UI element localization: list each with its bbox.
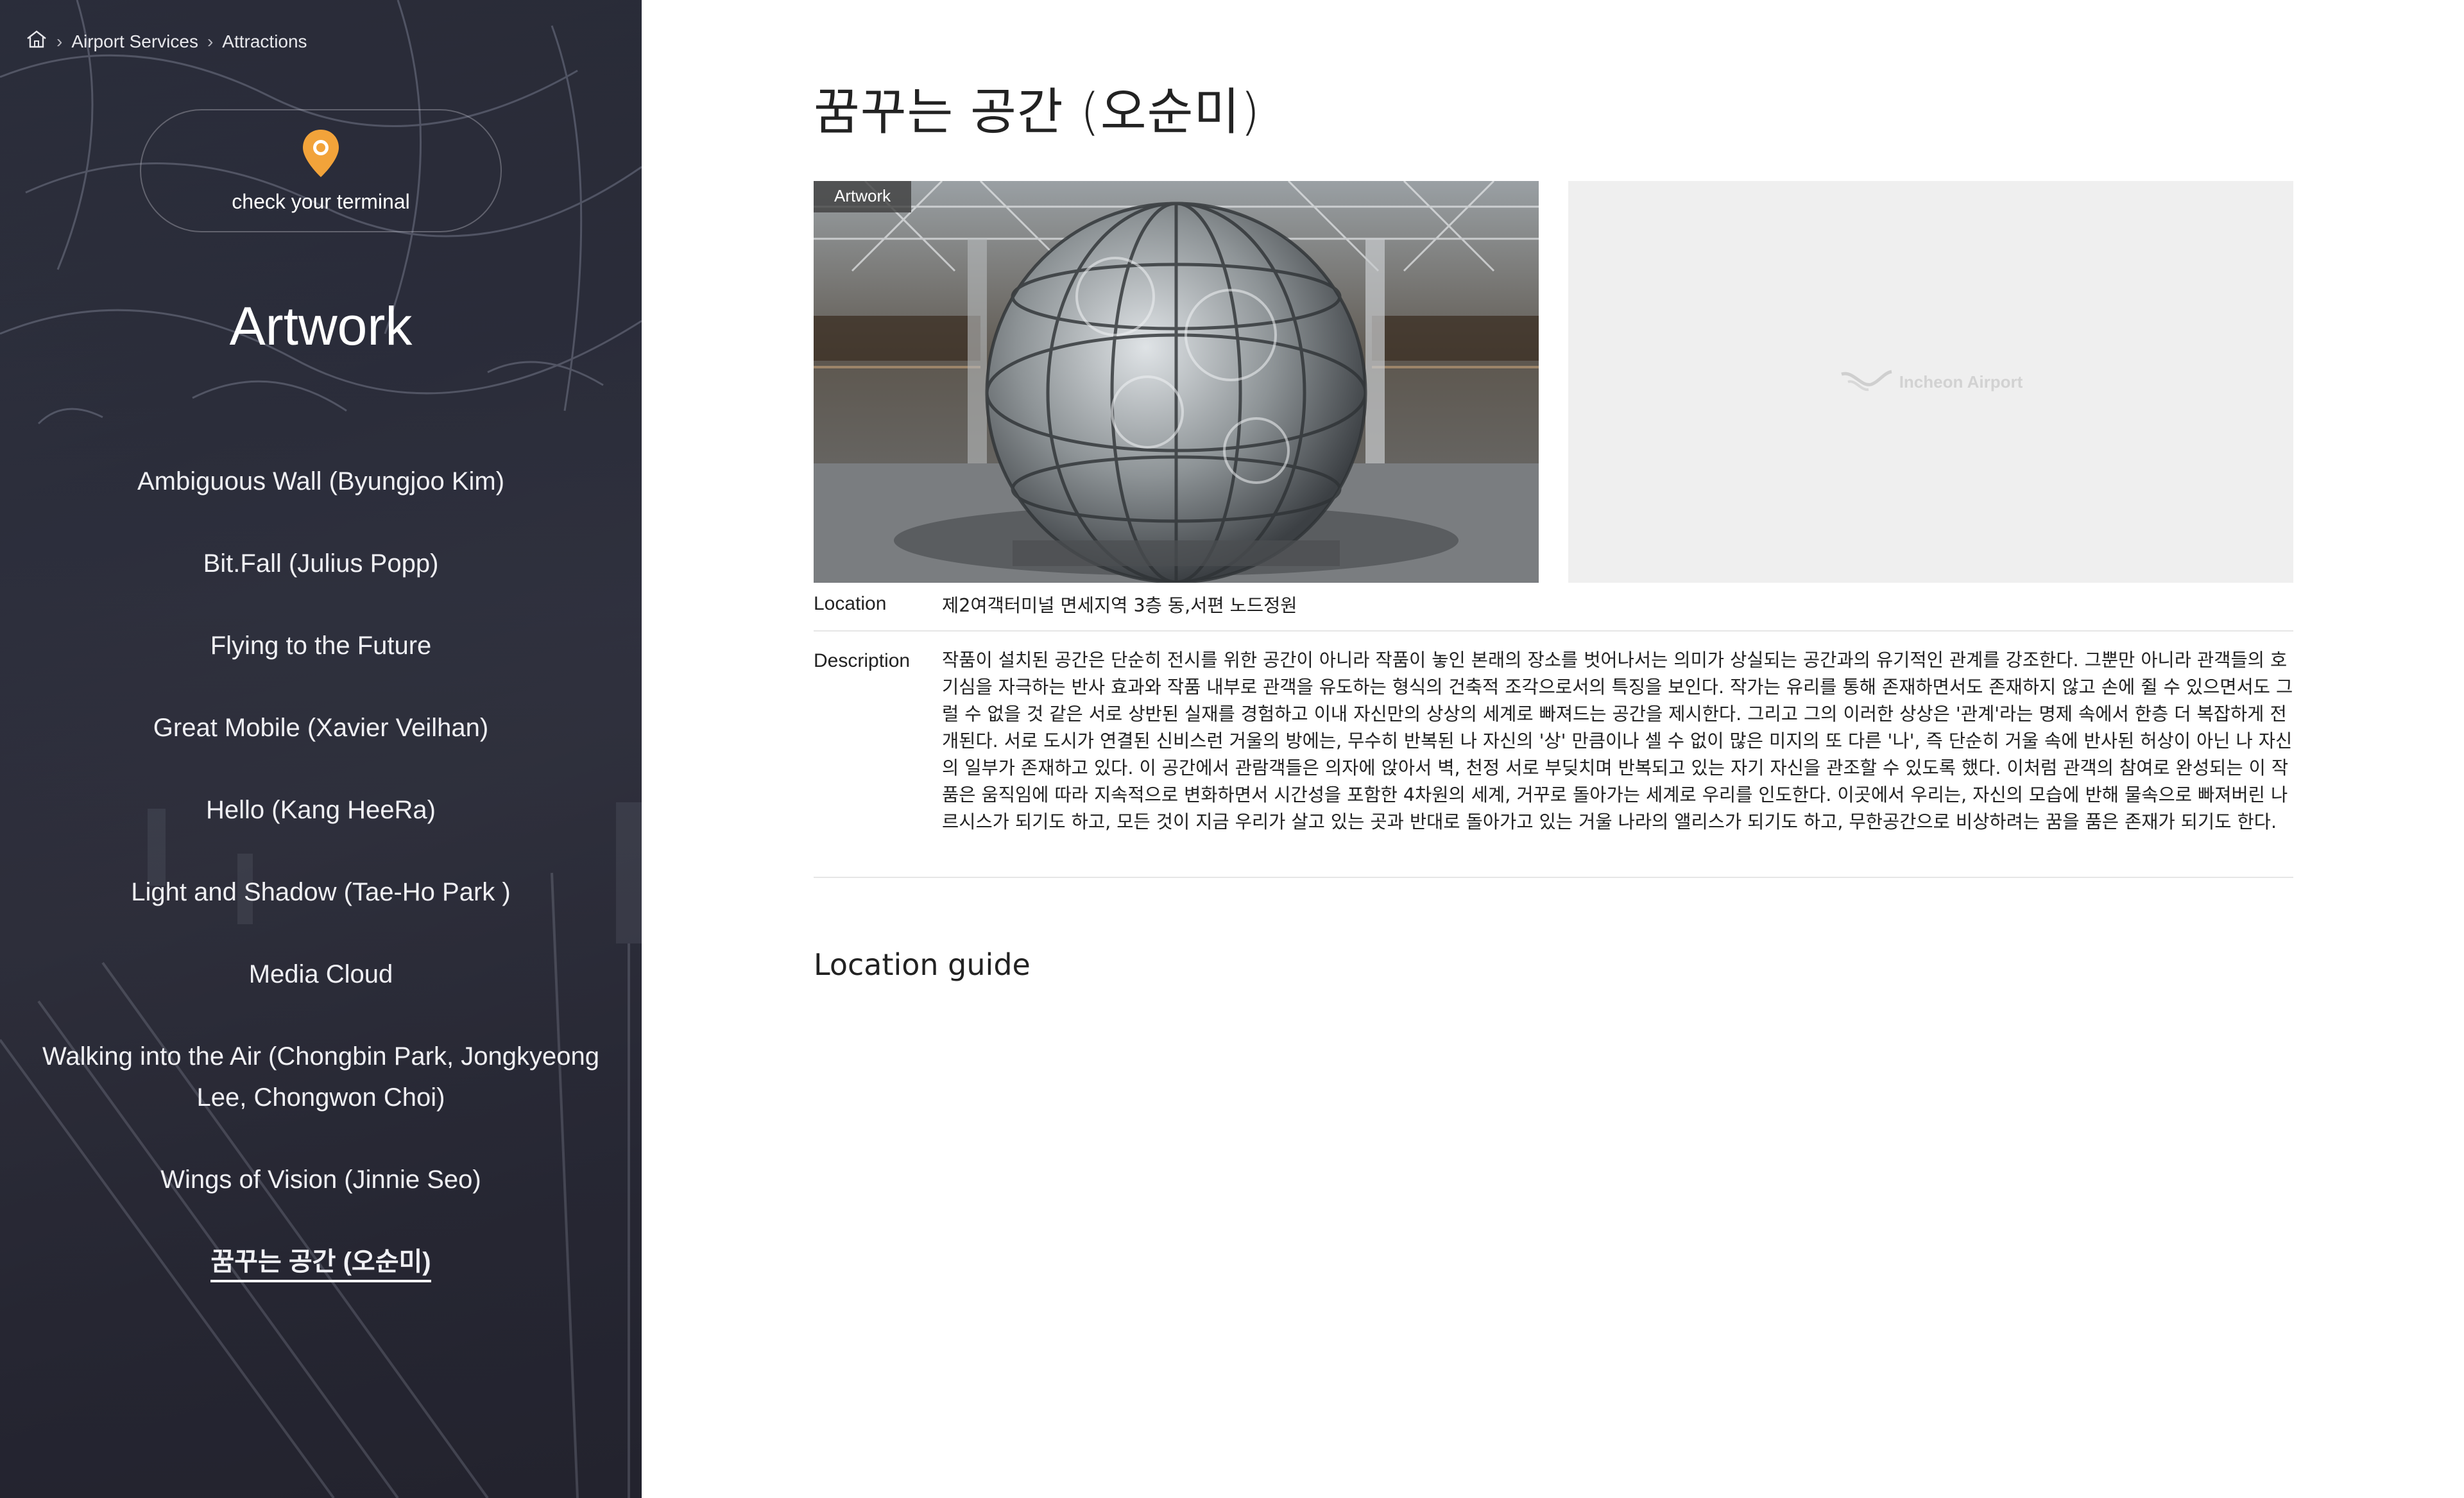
location-pin-icon [300,128,341,181]
home-icon[interactable] [26,30,47,53]
sidebar-title: Artwork [229,296,413,356]
sidebar-item-great-mobile[interactable]: Great Mobile (Xavier Veilhan) [26,707,616,748]
sidebar-item-flying-to-the-future[interactable]: Flying to the Future [26,625,616,666]
main-content: 꿈꾸는 공간 (오순미) Artwork Incheon Airport Loc… [642,0,2464,1498]
location-guide-title: Location guide [814,947,1031,982]
description-row: Description 작품이 설치된 공간은 단순히 전시를 위한 공간이 아… [814,647,2293,878]
description-text: 작품이 설치된 공간은 단순히 전시를 위한 공간이 아니라 작품이 놓인 본래… [942,650,2293,832]
location-value: 제2여객터미널 면세지역 3층 동,서편 노드정원 [942,595,1297,616]
sidebar-item-media-cloud[interactable]: Media Cloud [26,954,616,995]
breadcrumb-attractions[interactable]: Attractions [222,31,307,52]
page-title: 꿈꾸는 공간 (오순미) [814,83,1261,141]
sidebar-item-hello[interactable]: Hello (Kang HeeRa) [26,789,616,831]
location-label: Location [814,593,887,614]
breadcrumb-airport-services[interactable]: Airport Services [71,31,198,52]
description-label: Description [814,650,911,671]
location-row: Location 제2여객터미널 면세지역 3층 동,서편 노드정원 [814,593,2293,632]
artwork-photo: Artwork [814,181,1539,583]
sidebar-item-bit-fall[interactable]: Bit.Fall (Julius Popp) [26,543,616,584]
breadcrumb: › Airport Services › Attractions [26,30,307,53]
artwork-sphere-image [814,181,1539,583]
check-terminal-label: check your terminal [232,189,410,213]
sidebar-item-wings-of-vision[interactable]: Wings of Vision (Jinnie Seo) [26,1159,616,1200]
sidebar-item-ambiguous-wall[interactable]: Ambiguous Wall (Byungjoo Kim) [26,461,616,502]
sidebar-item-light-and-shadow[interactable]: Light and Shadow (Tae-Ho Park ) [26,872,616,913]
chevron-right-icon: › [207,31,214,51]
chevron-right-icon: › [56,31,63,51]
image-placeholder: Incheon Airport [1568,181,2293,583]
sidebar-item-dreaming-space[interactable]: 꿈꾸는 공간 (오순미) [26,1241,616,1282]
placeholder-logo-text: Incheon Airport [1899,372,2023,392]
incheon-airport-logo-icon [1839,368,1894,396]
check-terminal-button[interactable]: check your terminal [140,109,502,232]
photo-category-tag: Artwork [814,181,912,212]
sidebar: › Airport Services › Attractions check y… [0,0,642,1498]
artwork-list: Ambiguous Wall (Byungjoo Kim) Bit.Fall (… [26,461,616,1323]
sidebar-item-walking-into-the-air[interactable]: Walking into the Air (Chongbin Park, Jon… [26,1036,616,1118]
